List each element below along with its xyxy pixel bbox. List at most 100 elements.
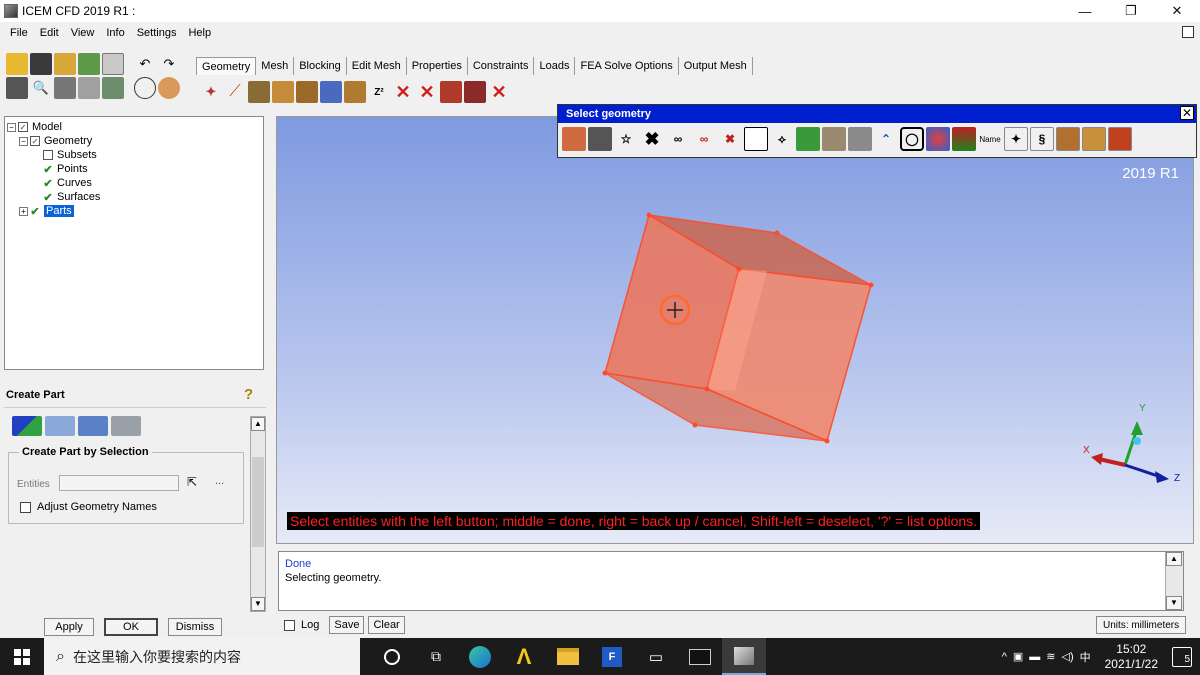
keyboard-icon[interactable]: ▬ (1029, 651, 1040, 663)
scroll-down-icon[interactable]: ▼ (1166, 596, 1182, 610)
tab-constraints[interactable]: Constraints (468, 57, 535, 75)
start-button[interactable] (0, 638, 44, 675)
tree-curves[interactable]: ✔ Curves (7, 176, 261, 190)
checkmark-icon[interactable]: ✔ (30, 206, 40, 218)
distance-icon[interactable] (78, 77, 100, 99)
select-dormant-icon[interactable]: ∞ (692, 127, 716, 151)
create-part-by-selection-icon[interactable] (12, 416, 42, 436)
tab-properties[interactable]: Properties (407, 57, 468, 75)
panel-scrollbar[interactable]: ▲ ▼ (250, 416, 266, 612)
tab-blocking[interactable]: Blocking (294, 57, 347, 75)
open-blocking-icon[interactable] (102, 53, 124, 75)
checkbox-icon[interactable]: ✓ (18, 122, 28, 132)
tab-fea-solve-options[interactable]: FEA Solve Options (575, 57, 679, 75)
restore-icon[interactable] (1182, 26, 1194, 38)
tab-edit-mesh[interactable]: Edit Mesh (347, 57, 407, 75)
select-entities-icon[interactable]: ⇱ (187, 475, 205, 491)
icem-taskbar-icon[interactable] (722, 638, 766, 675)
menu-info[interactable]: Info (100, 27, 130, 39)
restore-dormant-icon[interactable]: Z² (368, 81, 390, 103)
cube-model[interactable]: Y X Z (277, 117, 1194, 544)
wifi-icon[interactable]: ≋ (1046, 650, 1055, 663)
menu-settings[interactable]: Settings (131, 27, 183, 39)
redo-icon[interactable]: ↷ (158, 53, 180, 75)
collapse-icon[interactable]: − (7, 122, 16, 132)
polygon-select-icon[interactable]: ⟡ (770, 127, 794, 151)
delete-surface-icon[interactable] (440, 81, 462, 103)
delete-body-icon[interactable] (464, 81, 486, 103)
measure-icon[interactable] (54, 77, 76, 99)
maximize-button[interactable]: ❐ (1108, 0, 1154, 22)
units-button[interactable]: Units: millimeters (1096, 616, 1187, 634)
rotate-view-icon[interactable] (134, 77, 156, 99)
create-part-by-element-icon[interactable] (45, 416, 75, 436)
cortana-icon[interactable] (370, 638, 414, 675)
tree-parts[interactable]: + ✔ Parts (7, 204, 261, 218)
delete-point-icon[interactable]: ✕ (392, 81, 414, 103)
tree-surfaces[interactable]: ✔ Surfaces (7, 190, 261, 204)
adjust-names-checkbox[interactable] (20, 501, 31, 513)
tree-points[interactable]: ✔ Points (7, 162, 261, 176)
menu-edit[interactable]: Edit (34, 27, 65, 39)
shading-icon[interactable] (158, 77, 180, 99)
select-all-icon[interactable]: ☆ (614, 127, 638, 151)
create-body-icon[interactable] (272, 81, 294, 103)
select-by-part-icon[interactable] (926, 127, 950, 151)
select-by-radius-icon[interactable]: ◯ (900, 127, 924, 151)
repair-geometry-icon[interactable] (296, 81, 318, 103)
checkbox-icon[interactable]: ✓ (30, 136, 40, 146)
create-point-icon[interactable]: ✦ (200, 81, 222, 103)
toggle-selection-icon[interactable] (562, 127, 586, 151)
select-by-connectivity-icon[interactable] (848, 127, 872, 151)
message-scrollbar[interactable]: ▲ ▼ (1165, 552, 1183, 610)
tree-geometry[interactable]: − ✓ Geometry (7, 134, 261, 148)
create-surface-icon[interactable] (248, 81, 270, 103)
select-curve-icon[interactable]: § (1030, 127, 1054, 151)
checkmark-icon[interactable]: ✔ (43, 164, 53, 176)
box-select-icon[interactable] (744, 127, 768, 151)
transform-geometry-icon[interactable] (344, 81, 366, 103)
edge-browser-icon[interactable] (458, 638, 502, 675)
zoom-icon[interactable]: 🔍 (30, 77, 52, 99)
delete-curve-icon[interactable]: ✕ (416, 81, 438, 103)
display-icon[interactable] (102, 77, 124, 99)
delete-any-entity-icon[interactable]: ✕ (488, 81, 510, 103)
help-icon[interactable]: ? (244, 386, 260, 404)
scroll-up-icon[interactable]: ▲ (1166, 552, 1182, 566)
checkmark-icon[interactable]: ✔ (43, 192, 53, 204)
file-explorer-icon[interactable] (546, 638, 590, 675)
open-geometry-icon[interactable] (54, 53, 76, 75)
select-by-family-icon[interactable] (952, 127, 976, 151)
scroll-thumb[interactable] (252, 457, 264, 547)
select-body-icon[interactable] (1082, 127, 1106, 151)
more-options-button[interactable]: ... (215, 475, 224, 487)
collapse-icon[interactable]: − (19, 136, 28, 146)
notification-center-icon[interactable]: 5 (1172, 646, 1192, 667)
tab-output-mesh[interactable]: Output Mesh (679, 57, 753, 75)
ok-button[interactable]: OK (104, 618, 158, 636)
select-material-icon[interactable] (1108, 127, 1132, 151)
ime-indicator[interactable]: 中 (1080, 649, 1091, 665)
entities-input[interactable] (59, 475, 179, 491)
tab-loads[interactable]: Loads (534, 57, 576, 75)
save-icon[interactable] (30, 53, 52, 75)
tab-geometry[interactable]: Geometry (196, 57, 257, 75)
scroll-up-icon[interactable]: ▲ (251, 417, 265, 431)
select-by-color-icon[interactable] (796, 127, 820, 151)
menu-view[interactable]: View (65, 27, 101, 39)
ansys-launcher-icon[interactable]: Λ (502, 638, 546, 675)
select-visible-icon[interactable]: ∞ (666, 127, 690, 151)
clear-log-button[interactable]: Clear (368, 616, 405, 634)
menu-file[interactable]: File (4, 27, 34, 39)
apply-button[interactable]: Apply (44, 618, 94, 636)
adjust-geometry-names-option[interactable]: Adjust Geometry Names (20, 501, 157, 513)
open-folder-icon[interactable] (6, 53, 28, 75)
deselect-icon[interactable]: ✖ (718, 127, 742, 151)
close-button[interactable]: ✕ (1154, 0, 1200, 22)
tree-model[interactable]: − ✓ Model (7, 120, 261, 134)
create-part-by-window-icon[interactable] (78, 416, 108, 436)
create-part-by-entity-icon[interactable] (111, 416, 141, 436)
expand-icon[interactable]: + (19, 206, 28, 216)
select-by-adjacency-icon[interactable] (822, 127, 846, 151)
screen-capture-icon[interactable]: ▣ (1013, 650, 1023, 663)
